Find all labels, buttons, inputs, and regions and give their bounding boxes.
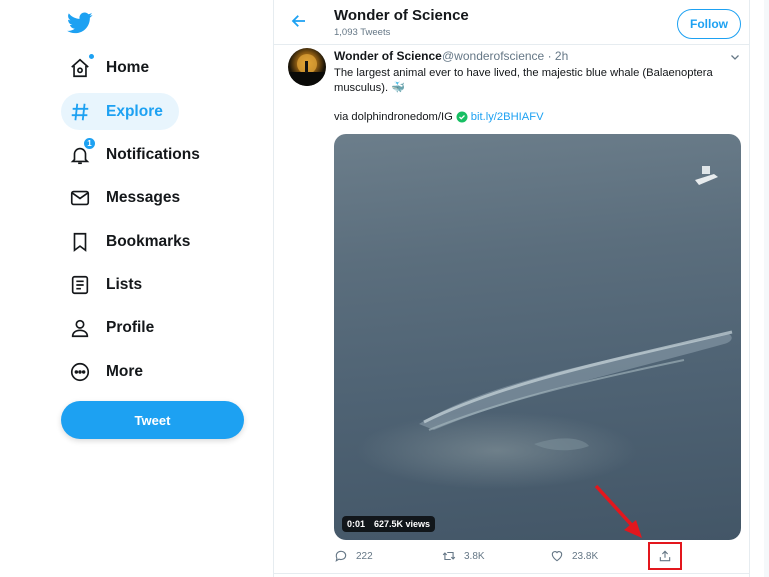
- like-count: 23.8K: [572, 550, 599, 562]
- page-title: Wonder of Science: [334, 7, 469, 24]
- sidebar-item-label: Messages: [106, 188, 181, 206]
- sidebar-item-label: More: [106, 362, 144, 380]
- home-icon: [67, 52, 95, 81]
- sidebar-item-label: Notifications: [106, 145, 200, 163]
- annotation-highlight-box: [648, 542, 682, 570]
- divider: [274, 573, 749, 574]
- notification-badge: 1: [83, 136, 96, 150]
- sidebar-item-notifications[interactable]: 1 Notifications: [61, 136, 212, 173]
- back-arrow-icon[interactable]: [290, 12, 308, 30]
- sidebar-item-more[interactable]: More: [61, 353, 155, 390]
- sidebar-item-label: Lists: [106, 275, 143, 293]
- sidebar-item-lists[interactable]: Lists: [61, 266, 154, 303]
- tweet-button[interactable]: Tweet: [61, 401, 244, 439]
- sidebar-item-label: Home: [106, 58, 150, 76]
- sidebar-item-profile[interactable]: Profile: [61, 309, 166, 346]
- scrollbar[interactable]: [764, 0, 769, 577]
- chevron-down-icon[interactable]: [729, 50, 741, 62]
- sidebar-item-label: Explore: [106, 102, 163, 120]
- twitter-logo-icon[interactable]: [66, 10, 94, 36]
- retweet-button[interactable]: 3.8K: [442, 547, 485, 565]
- person-icon: [67, 315, 93, 341]
- follow-button[interactable]: Follow: [677, 9, 741, 39]
- whale-emoji: 🐳: [391, 82, 406, 94]
- home-new-dot: [88, 52, 95, 60]
- whale-shape: [419, 330, 733, 451]
- profile-header: Wonder of Science 1,093 Tweets Follow: [274, 0, 749, 45]
- annotation-arrow-icon: [594, 484, 642, 538]
- hashtag-icon: [67, 99, 93, 125]
- via-text: via dolphindronedom/IG: [334, 111, 453, 123]
- boat-shape: [695, 166, 718, 185]
- sidebar-item-home[interactable]: Home: [61, 49, 161, 86]
- envelope-icon: [67, 185, 93, 211]
- more-circle-icon: [67, 359, 93, 385]
- avatar[interactable]: [288, 48, 326, 86]
- retweet-count: 3.8K: [464, 550, 485, 562]
- verified-check-icon: [456, 111, 468, 123]
- video-stats: 0:01 627.5K views: [342, 516, 436, 532]
- reply-button[interactable]: 222: [334, 547, 373, 565]
- list-icon: [67, 272, 93, 298]
- sidebar-item-label: Bookmarks: [106, 232, 191, 250]
- bookmark-icon: [67, 229, 93, 255]
- video-time: 0:01: [347, 519, 366, 529]
- tweet-via-line: via dolphindronedom/IG bit.ly/2BHIAFV: [334, 111, 544, 123]
- main-column: Wonder of Science 1,093 Tweets Follow Wo…: [273, 0, 750, 577]
- tweet-author-name[interactable]: Wonder of Science: [334, 49, 442, 63]
- retweet-icon: [442, 551, 456, 561]
- reply-icon: [335, 550, 347, 562]
- heart-icon: [551, 551, 563, 562]
- tweet-link[interactable]: bit.ly/2BHIAFV: [471, 111, 544, 123]
- sidebar-item-bookmarks[interactable]: Bookmarks: [61, 223, 202, 260]
- reply-count: 222: [356, 550, 373, 562]
- sidebar-item-explore[interactable]: Explore: [61, 93, 179, 130]
- like-button[interactable]: 23.8K: [550, 547, 598, 565]
- tweet-video[interactable]: 0:01 627.5K views: [334, 134, 741, 540]
- sidebar-item-messages[interactable]: Messages: [61, 179, 192, 216]
- tweet-count: 1,093 Tweets: [334, 27, 391, 38]
- tweet-text: The largest animal ever to have lived, t…: [334, 66, 739, 96]
- bell-icon: 1: [67, 136, 96, 168]
- tweet-author-handle[interactable]: @wonderofscience · 2h: [442, 49, 568, 63]
- sidebar-item-label: Profile: [106, 318, 155, 336]
- video-views: 627.5K views: [374, 519, 431, 529]
